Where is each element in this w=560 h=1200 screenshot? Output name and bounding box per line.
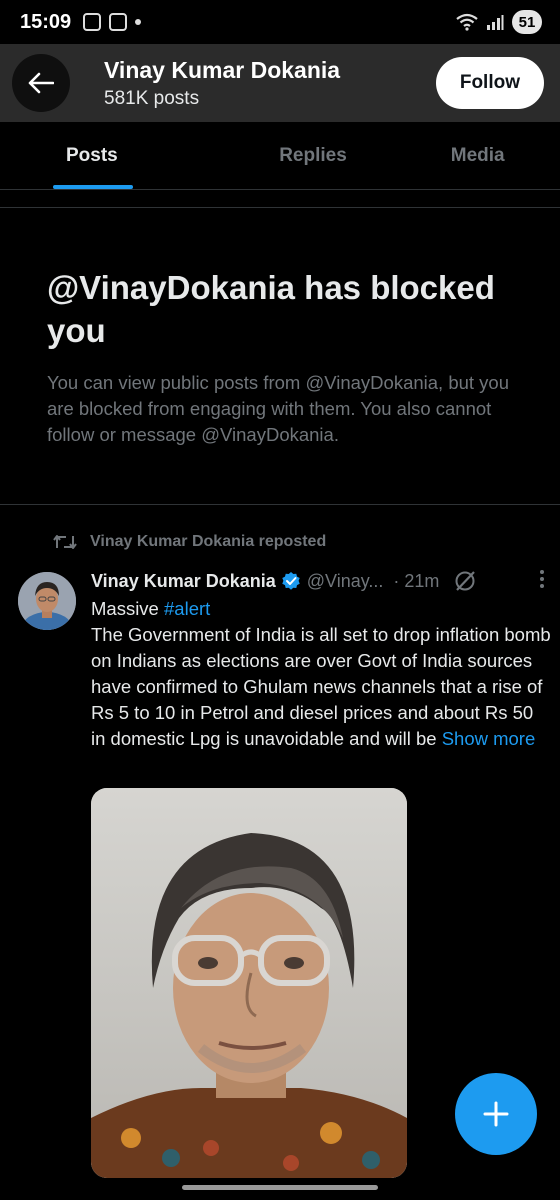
tab-replies[interactable]: Replies (231, 122, 396, 189)
notification-dot-icon (135, 19, 142, 25)
wifi-icon (456, 13, 478, 31)
status-time: 15:09 (20, 10, 72, 33)
blocked-title: @VinayDokania has blocked you (47, 269, 495, 349)
post-header: Vinay Kumar Dokania @Vinay... · 21m (91, 566, 551, 596)
hashtag-link[interactable]: #alert (164, 598, 210, 619)
post-time: · 21m (393, 570, 440, 591)
tab-posts[interactable]: Posts (0, 122, 231, 189)
post-author-name[interactable]: Vinay Kumar Dokania (91, 571, 276, 592)
repost-icon (53, 535, 77, 549)
divider (0, 504, 560, 505)
battery-indicator: 51 (512, 10, 542, 34)
screenshot-icon (83, 13, 102, 31)
post[interactable]: Vinay Kumar Dokania @Vinay... · 21m Mass… (91, 566, 551, 752)
post-text-prefix: Massive (91, 598, 164, 619)
tab-media[interactable]: Media (395, 122, 560, 189)
more-icon[interactable] (539, 569, 545, 594)
verified-badge-icon (282, 572, 300, 590)
header-post-count: 581K posts (104, 88, 200, 109)
repost-context[interactable]: Vinay Kumar Dokania reposted (52, 532, 326, 552)
profile-tabs: Posts Replies Media (0, 122, 560, 190)
calculator-icon (109, 13, 128, 31)
follow-button[interactable]: Follow (435, 57, 544, 109)
show-more-link[interactable]: Show more (442, 728, 536, 749)
blocked-notice: @VinayDokania has blocked you You can vi… (47, 266, 527, 448)
status-bar: 15:09 51 (0, 0, 560, 44)
back-button[interactable] (12, 54, 70, 112)
grok-icon[interactable] (453, 569, 477, 593)
profile-header: Vinay Kumar Dokania 581K posts Follow (0, 44, 560, 122)
repost-label: Vinay Kumar Dokania reposted (90, 533, 327, 550)
blocked-description: You can view public posts from @VinayDok… (47, 372, 510, 445)
post-handle[interactable]: @Vinay... (307, 571, 384, 592)
signal-icon (487, 15, 504, 30)
post-video[interactable] (91, 788, 407, 1178)
header-text: Vinay Kumar Dokania 581K posts (104, 56, 340, 110)
compose-post-button[interactable] (455, 1073, 537, 1155)
plus-icon (483, 1101, 509, 1127)
home-indicator[interactable] (182, 1185, 378, 1190)
status-notification-icons (83, 13, 142, 31)
divider (0, 207, 560, 208)
back-arrow-icon (28, 72, 54, 94)
avatar[interactable] (18, 572, 76, 630)
header-profile-name: Vinay Kumar Dokania (104, 57, 341, 83)
status-system-icons: 51 (456, 10, 542, 34)
post-text: Massive #alert The Government of India is… (91, 596, 551, 752)
